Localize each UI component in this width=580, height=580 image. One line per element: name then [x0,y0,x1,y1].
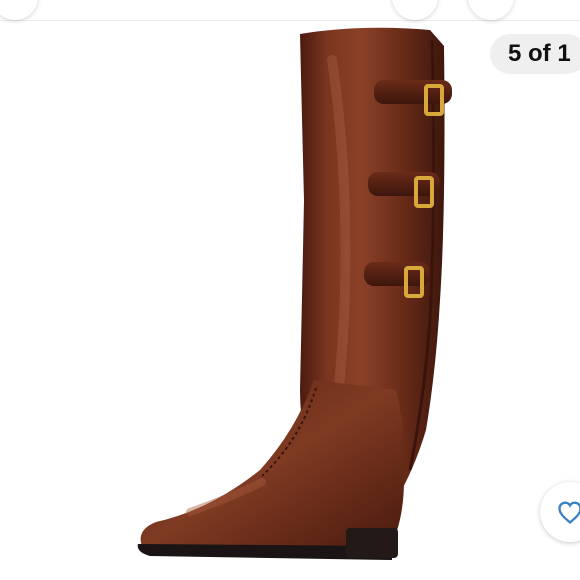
top-toolbar [0,0,580,21]
more-button[interactable] [468,0,514,20]
image-counter: 5 of 1 [490,34,580,74]
boot-photo [137,27,452,560]
share-button[interactable] [392,0,438,20]
photo-gallery[interactable] [0,20,580,580]
boot-heel [346,528,398,558]
back-button[interactable] [0,0,38,20]
heart-outline-icon [558,501,580,525]
boot-foot [140,380,405,548]
